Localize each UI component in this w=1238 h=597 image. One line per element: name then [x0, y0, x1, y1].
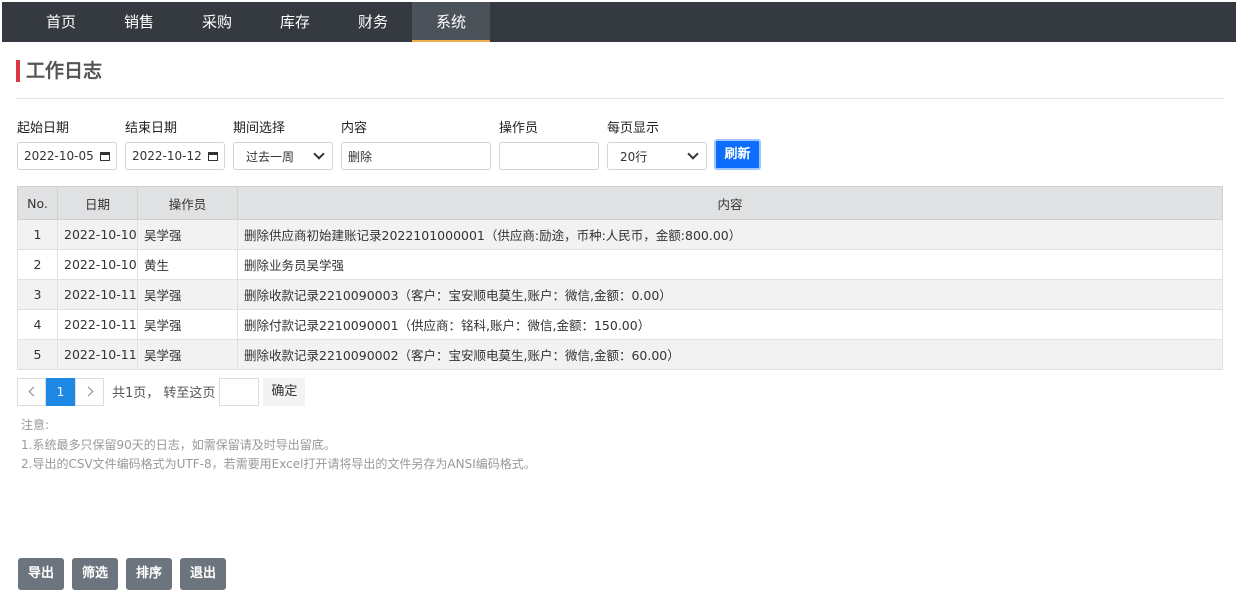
table-row[interactable]: 3 2022-10-11 吴学强 删除收款记录2210090003（客户：宝安顺…: [17, 279, 1223, 310]
prev-page-button[interactable]: [17, 377, 46, 406]
cell-no: 3: [17, 279, 58, 310]
nav-sales[interactable]: 销售: [100, 2, 178, 42]
col-header-date[interactable]: 日期: [57, 186, 138, 220]
cell-content: 删除业务员吴学强: [237, 249, 1223, 280]
notes-title: 注意:: [21, 418, 50, 432]
operator-field[interactable]: [506, 149, 592, 163]
nav-purchase[interactable]: 采购: [178, 2, 256, 42]
cell-date: 2022-10-10: [57, 219, 138, 250]
page-title: 工作日志: [16, 60, 102, 82]
content-field[interactable]: [348, 149, 484, 163]
refresh-button[interactable]: 刷新: [714, 139, 761, 170]
calendar-icon[interactable]: [208, 151, 218, 161]
end-date-input[interactable]: 2022-10-12: [125, 142, 225, 170]
end-date-label: 结束日期: [125, 121, 178, 136]
start-date-label: 起始日期: [17, 121, 70, 136]
col-header-no[interactable]: No.: [17, 186, 58, 220]
export-button[interactable]: 导出: [18, 558, 64, 590]
cell-no: 4: [17, 309, 58, 340]
chevron-right-icon: [83, 386, 93, 397]
operator-label: 操作员: [499, 121, 539, 136]
page-size-value: 20行: [620, 149, 648, 164]
content-label: 内容: [341, 121, 368, 136]
cell-operator: 吴学强: [137, 339, 238, 370]
notes-line: 2.导出的CSV文件编码格式为UTF-8，若需要用Excel打开请将导出的文件另…: [21, 457, 536, 471]
calendar-icon[interactable]: [100, 151, 110, 161]
filter-button[interactable]: 筛选: [72, 558, 118, 590]
chevron-left-icon: [28, 386, 38, 397]
cell-no: 1: [17, 219, 58, 250]
cell-no: 2: [17, 249, 58, 280]
cell-operator: 黄生: [137, 249, 238, 280]
chevron-down-icon: [313, 148, 325, 160]
cell-date: 2022-10-11: [57, 309, 138, 340]
cell-date: 2022-10-11: [57, 279, 138, 310]
period-select[interactable]: 过去一周: [233, 142, 333, 170]
cell-date: 2022-10-10: [57, 249, 138, 280]
operator-input[interactable]: [499, 142, 599, 170]
cell-operator: 吴学强: [137, 309, 238, 340]
content-input[interactable]: [341, 142, 491, 170]
top-nav: 首页 销售 采购 库存 财务 系统: [2, 2, 1236, 42]
next-page-button[interactable]: [75, 377, 104, 406]
nav-system[interactable]: 系统: [412, 2, 490, 42]
cell-operator: 吴学强: [137, 219, 238, 250]
sort-button[interactable]: 排序: [126, 558, 172, 590]
start-date-value: 2022-10-05: [24, 149, 94, 163]
goto-page-input[interactable]: [219, 377, 260, 406]
cell-no: 5: [17, 339, 58, 370]
col-header-operator[interactable]: 操作员: [137, 186, 238, 220]
notes: 注意: 1.系统最多只保留90天的日志，如需保留请及时导出留底。 2.导出的CS…: [21, 416, 536, 475]
log-table: No. 日期 操作员 内容 1 2022-10-10 吴学强 删除供应商初始建账…: [17, 186, 1223, 370]
nav-finance[interactable]: 财务: [334, 2, 412, 42]
table-row[interactable]: 5 2022-10-11 吴学强 删除收款记录2210090002（客户：宝安顺…: [17, 339, 1223, 370]
cell-content: 删除付款记录2210090001（供应商：铭科,账户：微信,金额：150.00）: [237, 309, 1223, 340]
page-number-button[interactable]: 1: [46, 377, 75, 406]
cell-content: 删除收款记录2210090003（客户：宝安顺电莫生,账户：微信,金额：0.00…: [237, 279, 1223, 310]
nav-inventory[interactable]: 库存: [256, 2, 334, 42]
start-date-input[interactable]: 2022-10-05: [17, 142, 117, 170]
cell-date: 2022-10-11: [57, 339, 138, 370]
exit-button[interactable]: 退出: [180, 558, 226, 590]
table-row[interactable]: 1 2022-10-10 吴学强 删除供应商初始建账记录202210100000…: [17, 219, 1223, 250]
page-summary: 共1页， 转至这页: [112, 386, 216, 401]
end-date-value: 2022-10-12: [132, 149, 202, 163]
cell-operator: 吴学强: [137, 279, 238, 310]
cell-content: 删除收款记录2210090002（客户：宝安顺电莫生,账户：微信,金额：60.0…: [237, 339, 1223, 370]
goto-confirm-button[interactable]: 确定: [263, 377, 306, 406]
table-row[interactable]: 4 2022-10-11 吴学强 删除付款记录2210090001（供应商：铭科…: [17, 309, 1223, 340]
page-size-label: 每页显示: [607, 121, 660, 136]
cell-content: 删除供应商初始建账记录2022101000001（供应商:励途，币种:人民币，金…: [237, 219, 1223, 250]
period-value: 过去一周: [246, 149, 295, 164]
period-label: 期间选择: [233, 121, 286, 136]
table-row[interactable]: 2 2022-10-10 黄生 删除业务员吴学强: [17, 249, 1223, 280]
notes-line: 1.系统最多只保留90天的日志，如需保留请及时导出留底。: [21, 437, 336, 452]
pagination: 1 共1页， 转至这页 确定: [17, 377, 306, 406]
nav-home[interactable]: 首页: [22, 2, 100, 42]
chevron-down-icon: [687, 148, 699, 160]
table-header-row: No. 日期 操作员 内容: [17, 186, 1223, 220]
col-header-content[interactable]: 内容: [237, 186, 1223, 220]
title-divider: [16, 98, 1224, 99]
page-size-select[interactable]: 20行: [607, 142, 707, 170]
